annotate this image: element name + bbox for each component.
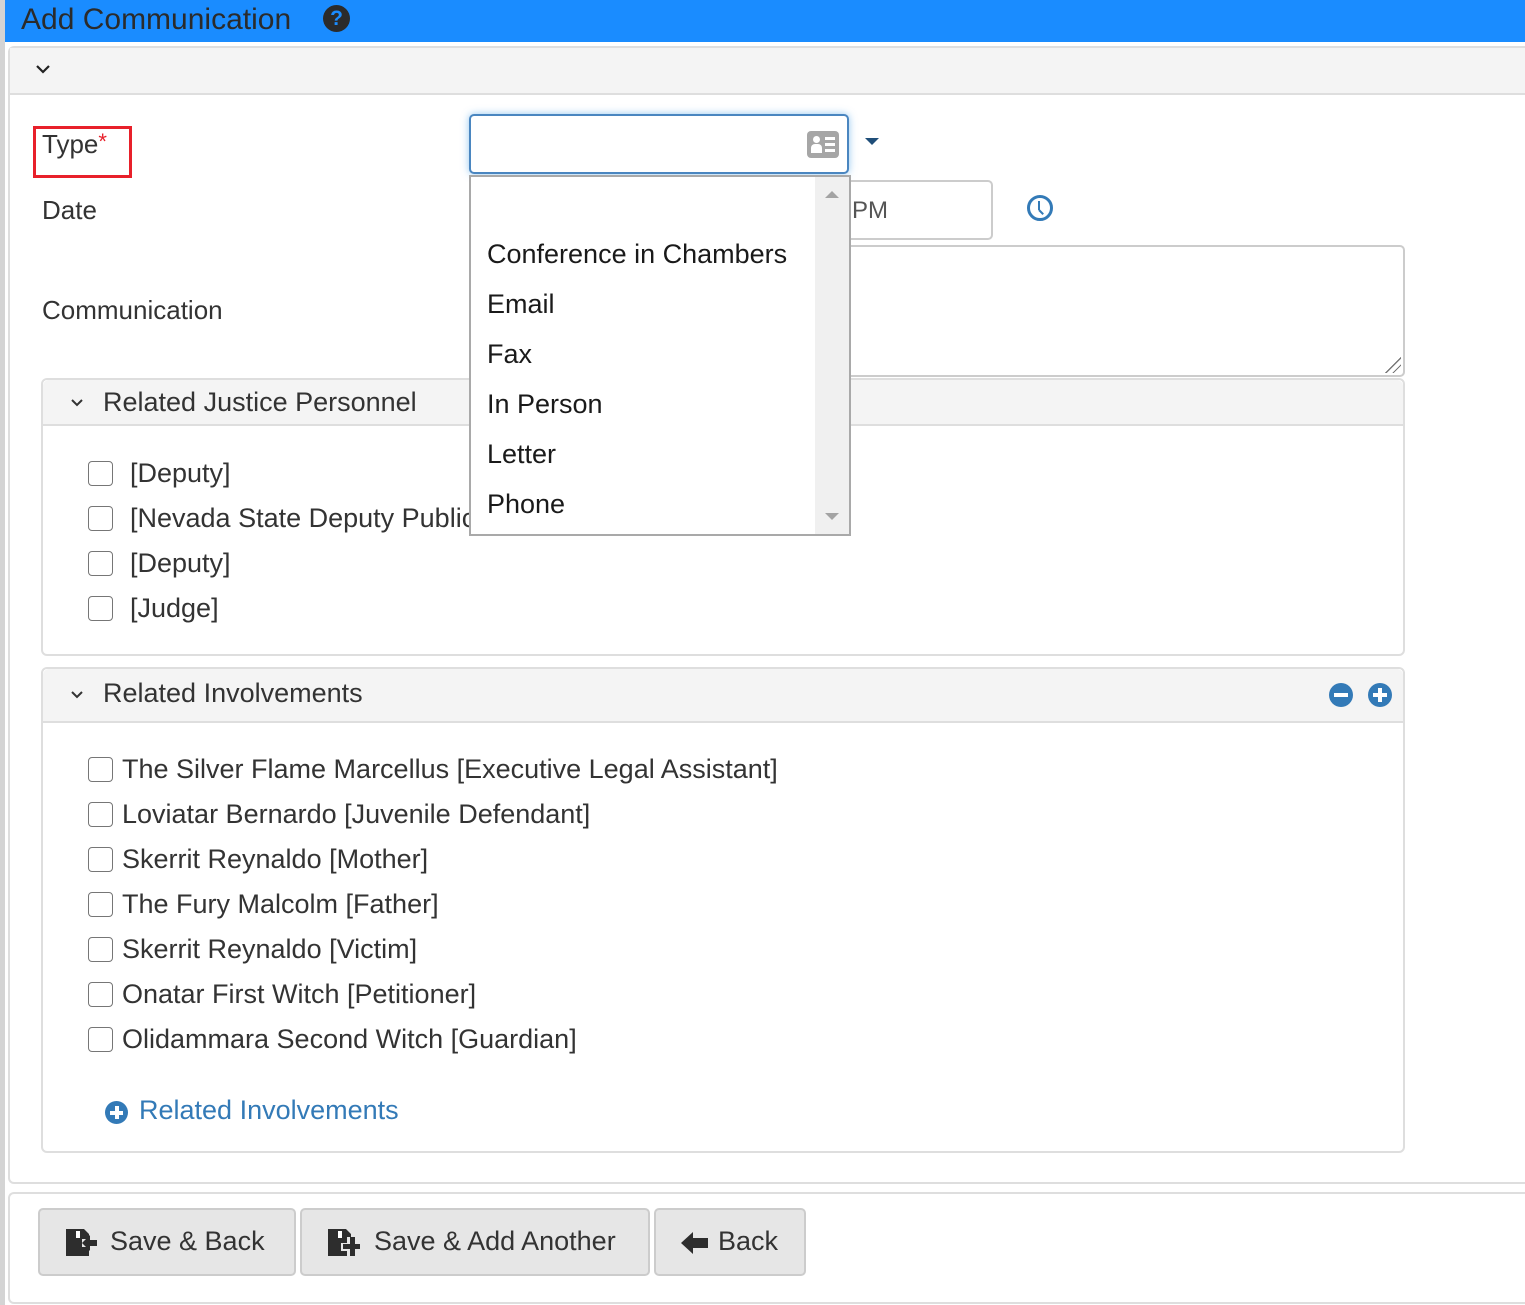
checkbox[interactable] — [88, 982, 113, 1007]
checkbox-label: Olidammara Second Witch [Guardian] — [122, 1024, 577, 1054]
communication-label: Communication — [42, 295, 223, 325]
chevron-down-icon[interactable] — [34, 60, 52, 78]
dropdown-option[interactable]: Email — [487, 289, 555, 320]
button-label: Back — [718, 1226, 779, 1256]
checkbox-label: Loviatar Bernardo [Juvenile Defendant] — [122, 799, 591, 829]
dropdown-option[interactable]: Phone — [487, 489, 565, 520]
back-button[interactable]: Back — [654, 1208, 806, 1276]
footer-panel: Save & Back Save & Add Another Back — [8, 1192, 1525, 1304]
save-exit-icon — [66, 1229, 97, 1256]
dropdown-scrollbar[interactable] — [815, 177, 849, 534]
checkbox[interactable] — [88, 1027, 113, 1052]
checkbox-label: [Deputy] — [130, 548, 231, 578]
save-and-back-button[interactable]: Save & Back — [38, 1208, 296, 1276]
checkbox[interactable] — [88, 847, 113, 872]
dropdown-option[interactable]: In Person — [487, 389, 603, 420]
required-marker: * — [98, 129, 107, 154]
title-bar: Add Communication ? — [5, 0, 1525, 42]
chevron-down-icon[interactable] — [69, 687, 85, 703]
scroll-up-arrow-icon[interactable] — [825, 191, 839, 198]
checkbox[interactable] — [88, 506, 113, 531]
window-edge — [0, 0, 5, 1305]
type-dropdown-list[interactable]: Conference in Chambers Email Fax In Pers… — [469, 175, 851, 536]
checkbox-label: [Deputy] — [130, 458, 231, 488]
checkbox[interactable] — [88, 757, 113, 782]
resize-handle[interactable] — [1385, 357, 1401, 373]
checkbox-label: The Fury Malcolm [Father] — [122, 889, 439, 919]
checkbox[interactable] — [88, 551, 113, 576]
add-link-text[interactable]: Related Involvements — [139, 1095, 399, 1126]
checkbox-label: [Judge] — [130, 593, 219, 623]
dropdown-option[interactable]: Conference in Chambers — [487, 239, 787, 270]
address-card-icon[interactable] — [807, 131, 839, 158]
checkbox[interactable] — [88, 892, 113, 917]
checkbox[interactable] — [88, 937, 113, 962]
date-label: Date — [42, 195, 97, 225]
type-label-text: Type — [42, 129, 99, 159]
checkbox-label: Skerrit Reynaldo [Mother] — [122, 844, 429, 874]
checkbox[interactable] — [88, 802, 113, 827]
save-add-icon — [328, 1229, 360, 1256]
button-label: Save & Add Another — [374, 1226, 616, 1256]
related-involvements-header[interactable]: Related Involvements — [43, 669, 1403, 723]
clock-icon[interactable] — [1027, 195, 1053, 221]
communication-textarea[interactable] — [820, 245, 1405, 377]
checkbox-label: Skerrit Reynaldo [Victim] — [122, 934, 418, 964]
plus-circle-icon[interactable] — [1368, 683, 1392, 707]
dropdown-option[interactable]: Letter — [487, 439, 556, 470]
section-title: Related Justice Personnel — [103, 387, 417, 417]
panel-collapse-bar[interactable] — [10, 48, 1525, 95]
caret-down-icon[interactable] — [865, 138, 879, 145]
checkbox-label: Onatar First Witch [Petitioner] — [122, 979, 477, 1009]
page-title: Add Communication — [21, 3, 292, 36]
section-title: Related Involvements — [103, 678, 363, 708]
save-and-add-another-button[interactable]: Save & Add Another — [300, 1208, 650, 1276]
arrow-left-icon — [681, 1232, 708, 1254]
plus-circle-icon[interactable] — [105, 1101, 128, 1124]
related-involvements-panel: Related Involvements The Silver Flame Ma… — [41, 667, 1405, 1153]
type-label: Type* — [42, 129, 107, 160]
type-combobox-input[interactable] — [469, 114, 849, 174]
scroll-down-arrow-icon[interactable] — [825, 513, 839, 520]
button-label: Save & Back — [110, 1226, 265, 1256]
question-circle-icon[interactable]: ? — [323, 5, 350, 32]
checkbox-label: The Silver Flame Marcellus [Executive Le… — [122, 754, 778, 784]
dropdown-option[interactable]: Fax — [487, 339, 532, 370]
minus-circle-icon[interactable] — [1329, 683, 1353, 707]
checkbox[interactable] — [88, 596, 113, 621]
checkbox[interactable] — [88, 461, 113, 486]
chevron-down-icon[interactable] — [69, 395, 85, 411]
